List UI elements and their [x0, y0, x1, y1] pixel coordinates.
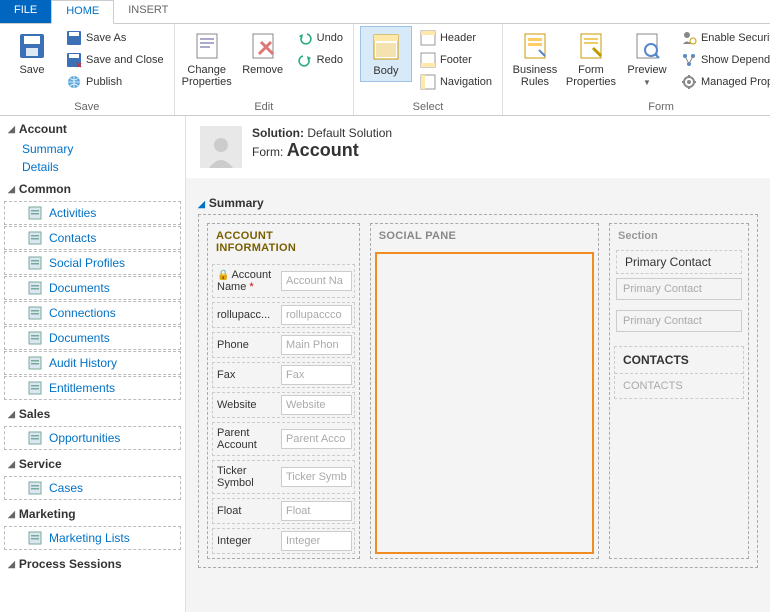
field-label: Phone [215, 337, 277, 353]
form-properties-button[interactable]: Form Properties [565, 26, 617, 92]
triangle-icon: ◢ [8, 459, 15, 470]
sidebar-item-marketing-lists[interactable]: Marketing Lists [4, 526, 181, 550]
save-as-button[interactable]: Save As [62, 28, 168, 48]
field-row[interactable]: IntegerInteger [212, 528, 355, 554]
tab-file[interactable]: FILE [0, 0, 51, 23]
sidebar: ◢Account Summary Details ◢Common Activit… [0, 116, 186, 612]
field-input[interactable]: Float [281, 501, 352, 521]
field-row[interactable]: PhoneMain Phon [212, 332, 355, 358]
form-header: Solution: Default Solution Form: Account [186, 116, 770, 178]
field-label: Fax [215, 367, 277, 383]
sidebar-item-opportunities[interactable]: Opportunities [4, 426, 181, 450]
field-label: Website [215, 397, 277, 413]
field-row[interactable]: FaxFax [212, 362, 355, 388]
footer-button[interactable]: Footer [416, 50, 496, 70]
remove-button[interactable]: Remove [237, 26, 289, 80]
change-properties-button[interactable]: Change Properties [181, 26, 233, 92]
ribbon: Save Save As Save and Close Publish Save [0, 24, 770, 116]
lock-icon: 🔒 [217, 270, 229, 281]
nav-process-header[interactable]: ◢Process Sessions [0, 551, 185, 575]
save-button[interactable]: Save [6, 26, 58, 80]
field-row[interactable]: rollupacc...rollupaccco [212, 302, 355, 328]
header-button[interactable]: Header [416, 28, 496, 48]
social-pane-column[interactable]: SOCIAL PANE [370, 223, 599, 559]
show-dependencies-button[interactable]: Show Dependencies [677, 50, 770, 70]
ribbon-group-save: Save Save As Save and Close Publish Save [0, 24, 175, 115]
primary-contact-label[interactable]: Primary Contact [616, 250, 742, 274]
field-row[interactable]: Parent AccountParent Acco [212, 422, 355, 456]
social-pane-selected[interactable] [375, 252, 594, 554]
sidebar-item-activities[interactable]: Activities [4, 201, 181, 225]
tab-home[interactable]: HOME [51, 0, 114, 24]
sidebar-item-contacts[interactable]: Contacts [4, 226, 181, 250]
body-button[interactable]: Body [360, 26, 412, 82]
sidebar-item-audit-history[interactable]: Audit History [4, 351, 181, 375]
managed-properties-button[interactable]: Managed Properties [677, 72, 770, 92]
nav-summary[interactable]: Summary [0, 140, 185, 158]
ribbon-group-select: Body Header Footer Navigation Select [354, 24, 503, 115]
field-row[interactable]: 🔒Account Name *Account Na [212, 264, 355, 298]
entity-avatar-icon [200, 126, 242, 168]
publish-button[interactable]: Publish [62, 72, 168, 92]
triangle-icon: ◢ [198, 199, 205, 209]
nav-service-header[interactable]: ◢Service [0, 451, 185, 475]
triangle-icon: ◢ [8, 409, 15, 420]
redo-button[interactable]: Redo [293, 50, 347, 70]
triangle-icon: ◢ [8, 559, 15, 570]
tab-insert[interactable]: INSERT [114, 0, 182, 23]
undo-button[interactable]: Undo [293, 28, 347, 48]
triangle-icon: ◢ [8, 509, 15, 520]
chevron-down-icon: ▼ [643, 78, 651, 87]
sidebar-item-social-profiles[interactable]: Social Profiles [4, 251, 181, 275]
field-row[interactable]: Ticker SymbolTicker Symb [212, 460, 355, 494]
primary-contact-field[interactable]: Primary Contact [616, 278, 742, 300]
save-and-close-button[interactable]: Save and Close [62, 50, 168, 70]
preview-button[interactable]: Preview ▼ [621, 26, 673, 91]
sidebar-item-cases[interactable]: Cases [4, 476, 181, 500]
field-label: Ticker Symbol [215, 463, 277, 491]
ribbon-group-form: Business Rules Form Properties Preview ▼… [503, 24, 770, 115]
summary-section-header[interactable]: ◢Summary [198, 192, 758, 214]
field-label: Float [215, 503, 277, 519]
field-row[interactable]: FloatFloat [212, 498, 355, 524]
primary-contact-field-2[interactable]: Primary Contact [616, 310, 742, 332]
enable-security-roles-button[interactable]: Enable Security Roles [677, 28, 770, 48]
field-label: 🔒Account Name * [215, 267, 277, 295]
field-input[interactable]: Integer [281, 531, 352, 551]
field-input[interactable]: Parent Acco [281, 429, 352, 449]
field-input[interactable]: Account Na [281, 271, 352, 291]
field-label: rollupacc... [215, 307, 277, 323]
nav-sales-header[interactable]: ◢Sales [0, 401, 185, 425]
field-input[interactable]: Website [281, 395, 352, 415]
account-information-column[interactable]: ACCOUNT INFORMATION 🔒Account Name *Accou… [207, 223, 360, 559]
field-label: Integer [215, 533, 277, 549]
form-canvas: Solution: Default Solution Form: Account… [186, 116, 770, 612]
nav-details[interactable]: Details [0, 158, 185, 176]
nav-marketing-header[interactable]: ◢Marketing [0, 501, 185, 525]
triangle-icon: ◢ [8, 184, 15, 195]
field-input[interactable]: Fax [281, 365, 352, 385]
form-name: Account [287, 140, 359, 160]
field-label: Parent Account [215, 425, 277, 453]
sidebar-item-connections[interactable]: Connections [4, 301, 181, 325]
contacts-subgrid[interactable]: CONTACTS [615, 374, 743, 398]
nav-common-header[interactable]: ◢Common [0, 176, 185, 200]
sidebar-item-entitlements[interactable]: Entitlements [4, 376, 181, 400]
ribbon-group-edit: Change Properties Remove Undo Redo Edit [175, 24, 354, 115]
field-row[interactable]: WebsiteWebsite [212, 392, 355, 418]
business-rules-button[interactable]: Business Rules [509, 26, 561, 92]
right-column[interactable]: Section Primary Contact Primary Contact … [609, 223, 749, 559]
nav-account-header[interactable]: ◢Account [0, 116, 185, 140]
sidebar-item-documents[interactable]: Documents [4, 326, 181, 350]
sidebar-item-documents[interactable]: Documents [4, 276, 181, 300]
field-input[interactable]: Ticker Symb [281, 467, 352, 487]
triangle-icon: ◢ [8, 124, 15, 135]
field-input[interactable]: Main Phon [281, 335, 352, 355]
contacts-section-title[interactable]: CONTACTS [615, 347, 743, 374]
navigation-button[interactable]: Navigation [416, 72, 496, 92]
field-input[interactable]: rollupaccco [281, 305, 352, 325]
